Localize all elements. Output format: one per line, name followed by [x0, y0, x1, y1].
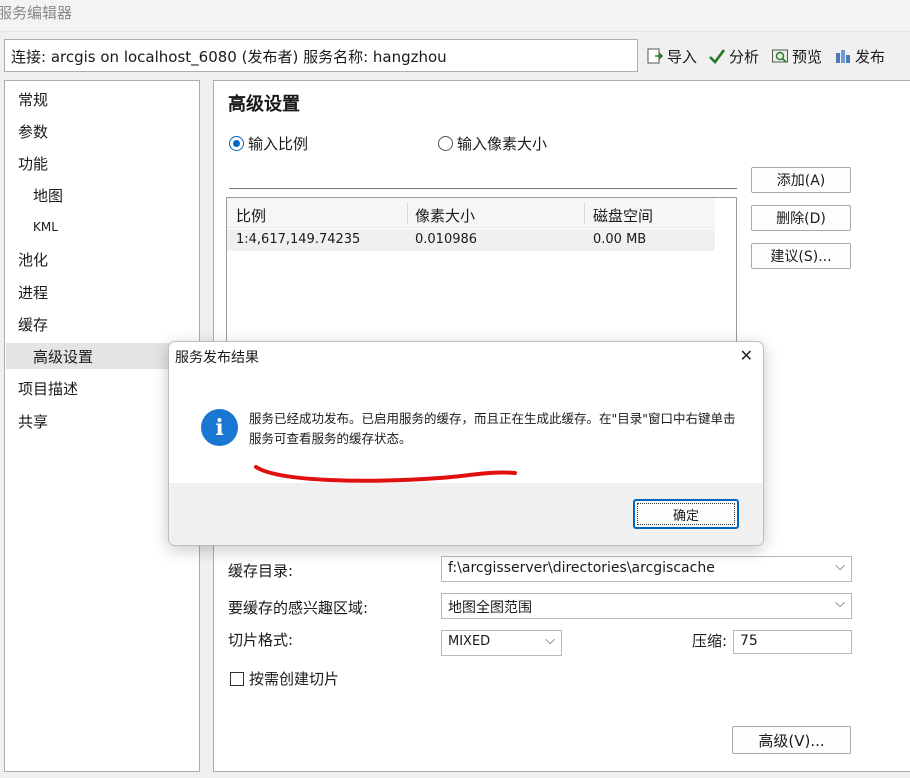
- area-of-interest-select[interactable]: 地图全图范围 ⌵: [441, 593, 852, 619]
- import-label: 导入: [667, 47, 698, 66]
- sidebar-item-general[interactable]: 常规: [18, 89, 48, 110]
- area-of-interest-value: 地图全图范围: [448, 600, 532, 616]
- sidebar-item-sharing[interactable]: 共享: [18, 411, 48, 432]
- chevron-down-icon: ⌵: [835, 559, 845, 574]
- preview-icon: [771, 47, 789, 65]
- info-icon: i: [201, 409, 238, 446]
- checkmark-icon: [708, 47, 726, 65]
- column-separator: [407, 202, 408, 224]
- window-title: 服务编辑器: [0, 4, 73, 22]
- add-button[interactable]: 添加(A): [751, 167, 851, 193]
- tile-format-select[interactable]: MIXED ⌵: [441, 630, 562, 656]
- preview-label: 预览: [792, 47, 823, 66]
- sidebar-item-map[interactable]: 地图: [33, 185, 63, 206]
- column-separator: [584, 202, 585, 224]
- chevron-down-icon: ⌵: [835, 596, 845, 611]
- sidebar-item-advanced-settings[interactable]: 高级设置: [33, 346, 93, 367]
- dialog-message: 服务已经成功发布。已启用服务的缓存，而且正在生成此缓存。在"目录"窗口中右键单击…: [249, 411, 736, 446]
- sidebar-item-parameters[interactable]: 参数: [18, 121, 48, 142]
- cell-pixel-size: 0.010986: [415, 232, 478, 247]
- column-header-scale[interactable]: 比例: [236, 205, 266, 226]
- cell-scale: 1:4,617,149.74235: [236, 232, 361, 247]
- page-title: 高级设置: [228, 94, 300, 115]
- create-tiles-on-demand-checkbox[interactable]: 按需创建切片: [230, 668, 339, 689]
- preview-button[interactable]: 预览: [771, 44, 822, 68]
- ok-button[interactable]: 确定: [633, 499, 739, 529]
- chevron-down-icon: ⌵: [545, 633, 555, 648]
- close-icon[interactable]: ✕: [740, 346, 753, 365]
- checkbox-box: [230, 671, 244, 686]
- cache-directory-select[interactable]: f:\arcgisserver\directories\arcgiscache …: [441, 556, 852, 582]
- radio-input-pixel-size[interactable]: 输入像素大小: [438, 133, 547, 154]
- compression-label: 压缩:: [692, 632, 728, 650]
- import-icon: [646, 47, 664, 65]
- tile-format-label: 切片格式:: [228, 631, 294, 649]
- analyze-button[interactable]: 分析: [708, 44, 759, 68]
- delete-button[interactable]: 删除(D): [751, 205, 851, 231]
- tile-format-value: MIXED: [448, 634, 491, 649]
- sidebar-item-item-description[interactable]: 项目描述: [18, 378, 78, 399]
- publish-label: 发布: [855, 47, 886, 66]
- ok-button-label: 确定: [672, 508, 699, 524]
- advanced-button[interactable]: 高级(V)...: [732, 726, 851, 754]
- dialog-footer: 确定: [169, 483, 763, 545]
- publish-button[interactable]: 发布: [834, 44, 885, 68]
- publish-result-dialog: 服务发布结果 ✕ i 服务已经成功发布。已启用服务的缓存，而且正在生成此缓存。在…: [168, 341, 764, 546]
- radio-dot: [438, 136, 453, 151]
- scale-input-field[interactable]: [229, 188, 737, 189]
- sidebar-item-kml[interactable]: KML: [33, 220, 58, 234]
- window-titlebar: 服务编辑器: [0, 0, 910, 32]
- radio-input-scale[interactable]: 输入比例: [229, 133, 308, 154]
- connection-info: 连接: arcgis on localhost_6080 (发布者) 服务名称:…: [4, 39, 638, 72]
- create-tiles-on-demand-label: 按需创建切片: [249, 670, 340, 688]
- sidebar-item-caching[interactable]: 缓存: [18, 314, 48, 335]
- suggest-button[interactable]: 建议(S)...: [751, 243, 851, 269]
- import-button[interactable]: 导入: [646, 44, 697, 68]
- publish-icon: [834, 47, 852, 65]
- cache-directory-value: f:\arcgisserver\directories\arcgiscache: [448, 560, 715, 576]
- radio-input-scale-label: 输入比例: [248, 135, 309, 153]
- dialog-title: 服务发布结果: [175, 350, 259, 366]
- toolbar: 连接: arcgis on localhost_6080 (发布者) 服务名称:…: [0, 32, 910, 78]
- cell-disk-space: 0.00 MB: [593, 232, 647, 247]
- analyze-label: 分析: [729, 47, 760, 66]
- area-of-interest-label: 要缓存的感兴趣区域:: [228, 599, 369, 617]
- sidebar-item-capabilities[interactable]: 功能: [18, 153, 48, 174]
- table-row[interactable]: 1:4,617,149.74235 0.010986 0.00 MB: [227, 229, 715, 251]
- compression-input[interactable]: 75: [733, 630, 852, 654]
- cache-directory-label: 缓存目录:: [228, 562, 294, 580]
- column-header-disk-space[interactable]: 磁盘空间: [593, 205, 653, 226]
- sidebar-item-processes[interactable]: 进程: [18, 282, 48, 303]
- sidebar-item-pooling[interactable]: 池化: [18, 249, 48, 270]
- radio-input-pixel-size-label: 输入像素大小: [457, 135, 548, 153]
- column-header-pixel-size[interactable]: 像素大小: [415, 205, 475, 226]
- radio-dot-selected: [229, 136, 244, 151]
- scale-list-header: 比例 像素大小 磁盘空间: [227, 198, 715, 228]
